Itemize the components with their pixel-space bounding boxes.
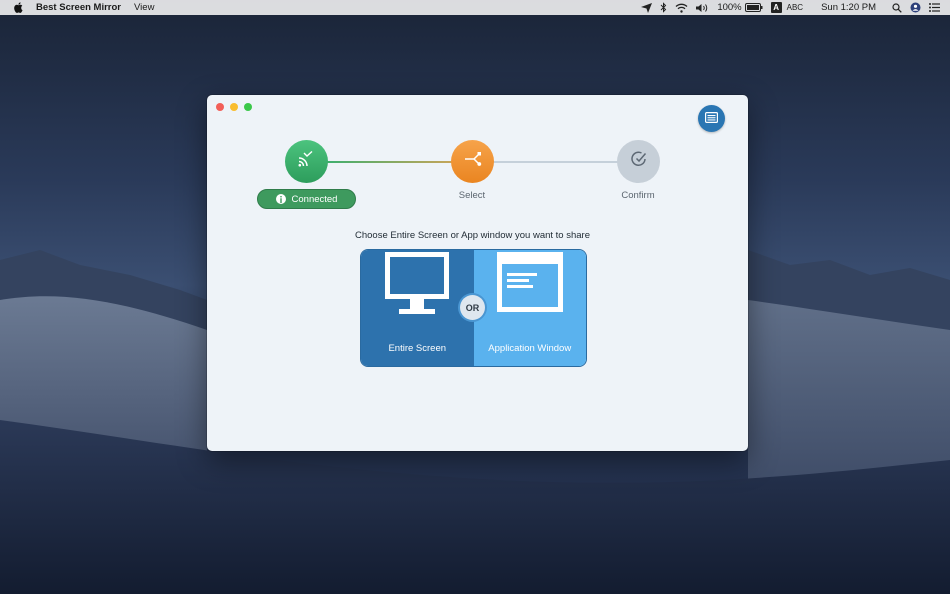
step-select-label: Select [458,190,486,201]
step-confirm[interactable] [617,140,660,183]
siri-icon[interactable] [910,2,921,13]
bluetooth-icon[interactable] [660,2,667,13]
search-icon[interactable] [892,2,902,13]
application-window-option[interactable]: Application Window [473,250,586,366]
apple-icon[interactable] [12,2,26,13]
info-icon [275,194,286,204]
menu-button[interactable] [698,105,725,132]
progress-line-1 [327,161,452,163]
close-button[interactable] [216,103,224,111]
connected-label: Connected [291,193,338,205]
app-window: Connected Select Confirm Choose Entire S… [207,95,748,451]
step-confirm-label: Confirm [621,190,655,201]
minimize-button[interactable] [230,103,238,111]
maximize-button[interactable] [244,103,252,111]
send-icon[interactable] [641,2,653,13]
connected-badge: Connected [257,189,356,209]
menu-icon [705,110,719,128]
input-source-label: ABC [786,3,804,12]
or-divider: OR [460,295,485,320]
view-menu[interactable]: View [134,2,154,13]
cast-icon [298,150,316,172]
progress-line-2 [493,161,618,163]
status-area: 100% A ABC Sun 1:20 PM [641,2,940,13]
window-controls [216,103,252,111]
menu-bar: Best Screen Mirror View 100% A ABC Sun 1… [0,0,950,15]
wifi-icon[interactable] [675,3,688,13]
step-connect[interactable] [285,140,328,183]
volume-icon[interactable] [696,3,709,13]
battery-icon[interactable] [744,3,763,12]
app-name-menu[interactable]: Best Screen Mirror [36,2,121,13]
application-window-label: Application Window [488,343,572,354]
step-select[interactable] [451,140,494,183]
battery-percent: 100% [717,2,742,13]
entire-screen-label: Entire Screen [388,343,447,354]
entire-screen-option[interactable]: Entire Screen [361,250,474,366]
clock[interactable]: Sun 1:20 PM [821,2,876,13]
share-icon [464,151,482,172]
check-icon [630,150,648,173]
list-icon[interactable] [929,3,940,12]
share-prompt: Choose Entire Screen or App window you w… [355,230,590,241]
input-source-icon[interactable]: A [770,2,782,13]
